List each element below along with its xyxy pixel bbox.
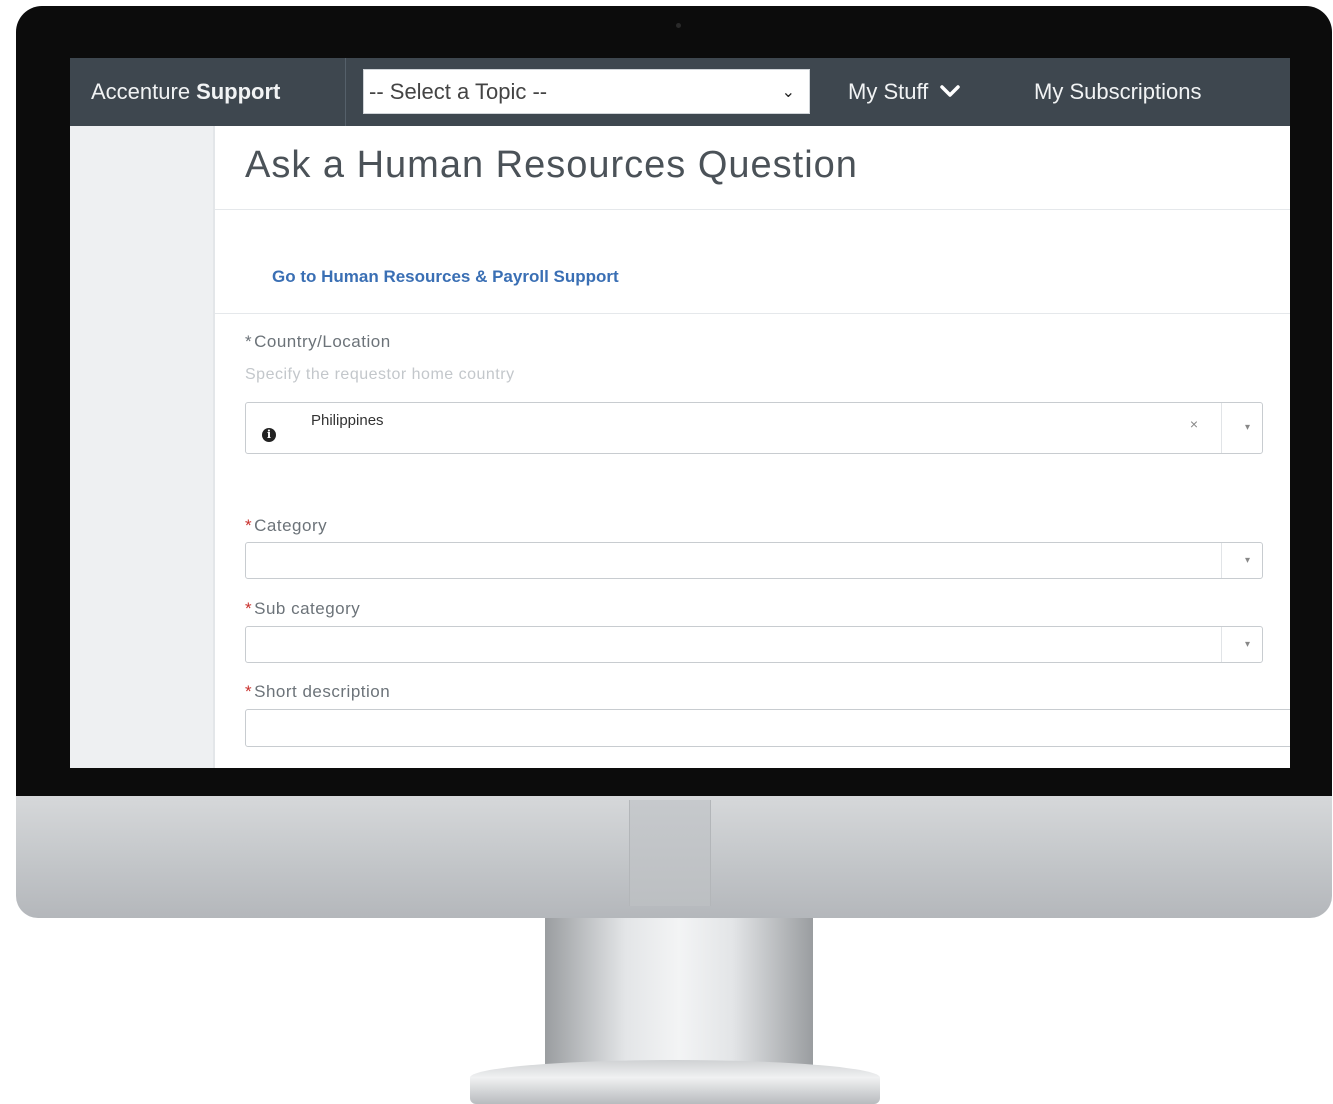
short-description-input[interactable]: [245, 709, 1290, 747]
short-description-label-text: Short description: [254, 682, 391, 701]
nav-my-stuff[interactable]: My Stuff: [848, 58, 961, 126]
country-label-text: Country/Location: [254, 332, 391, 351]
monitor-logo-plate: [629, 800, 711, 906]
subcategory-label-text: Sub category: [254, 599, 361, 618]
combo-separator: [1221, 627, 1222, 662]
topic-select-value: -- Select a Topic --: [369, 78, 548, 104]
country-select-value: Philippines: [311, 412, 384, 429]
required-mark: *: [245, 682, 253, 701]
required-mark: *: [245, 599, 253, 618]
nav-my-stuff-label: My Stuff: [848, 79, 929, 104]
brand-bold: Support: [196, 79, 281, 104]
title-divider: [215, 209, 1290, 210]
link-divider: [215, 313, 1290, 314]
nav-my-subscriptions-label: My Subscriptions: [1034, 79, 1202, 104]
top-navigation-bar: Accenture Support -- Select a Topic -- ⌄…: [70, 58, 1290, 126]
left-sidebar: [70, 126, 213, 768]
dropdown-arrow-icon[interactable]: ▾: [1245, 422, 1250, 433]
brand-prefix: Accenture: [91, 79, 191, 104]
category-label: * Category: [245, 516, 327, 536]
category-select[interactable]: ▾: [245, 542, 1263, 579]
subcategory-label: * Sub category: [245, 599, 360, 619]
country-select[interactable]: i Philippines × ▾: [245, 402, 1263, 454]
monitor-stand-base: [470, 1060, 880, 1104]
form-panel: Ask a Human Resources Question Go to Hum…: [213, 126, 1290, 768]
page-title: Ask a Human Resources Question: [245, 144, 858, 186]
required-mark: *: [245, 516, 253, 535]
hr-payroll-support-link[interactable]: Go to Human Resources & Payroll Support: [272, 267, 619, 287]
camera-dot: [676, 23, 681, 28]
category-label-text: Category: [254, 516, 328, 535]
combo-separator: [1221, 403, 1222, 453]
chevron-down-icon: ⌄: [781, 83, 795, 101]
short-description-label: * Short description: [245, 682, 390, 702]
combo-separator: [1221, 543, 1222, 578]
dropdown-arrow-icon[interactable]: ▾: [1245, 638, 1250, 649]
subcategory-select[interactable]: ▾: [245, 626, 1263, 663]
brand-logo[interactable]: Accenture Support: [70, 58, 346, 126]
nav-my-subscriptions[interactable]: My Subscriptions: [1034, 58, 1202, 126]
country-label: * Country/Location: [245, 332, 391, 352]
info-icon: i: [262, 428, 276, 442]
dropdown-arrow-icon[interactable]: ▾: [1245, 554, 1250, 565]
clear-icon[interactable]: ×: [1190, 416, 1198, 432]
country-help-text: Specify the requestor home country: [245, 366, 515, 383]
monitor-stand-neck: [545, 918, 813, 1068]
screen: Accenture Support -- Select a Topic -- ⌄…: [70, 58, 1290, 768]
required-mark: *: [245, 332, 253, 351]
chevron-down-icon: [940, 84, 961, 100]
topic-select[interactable]: -- Select a Topic -- ⌄: [363, 69, 810, 114]
